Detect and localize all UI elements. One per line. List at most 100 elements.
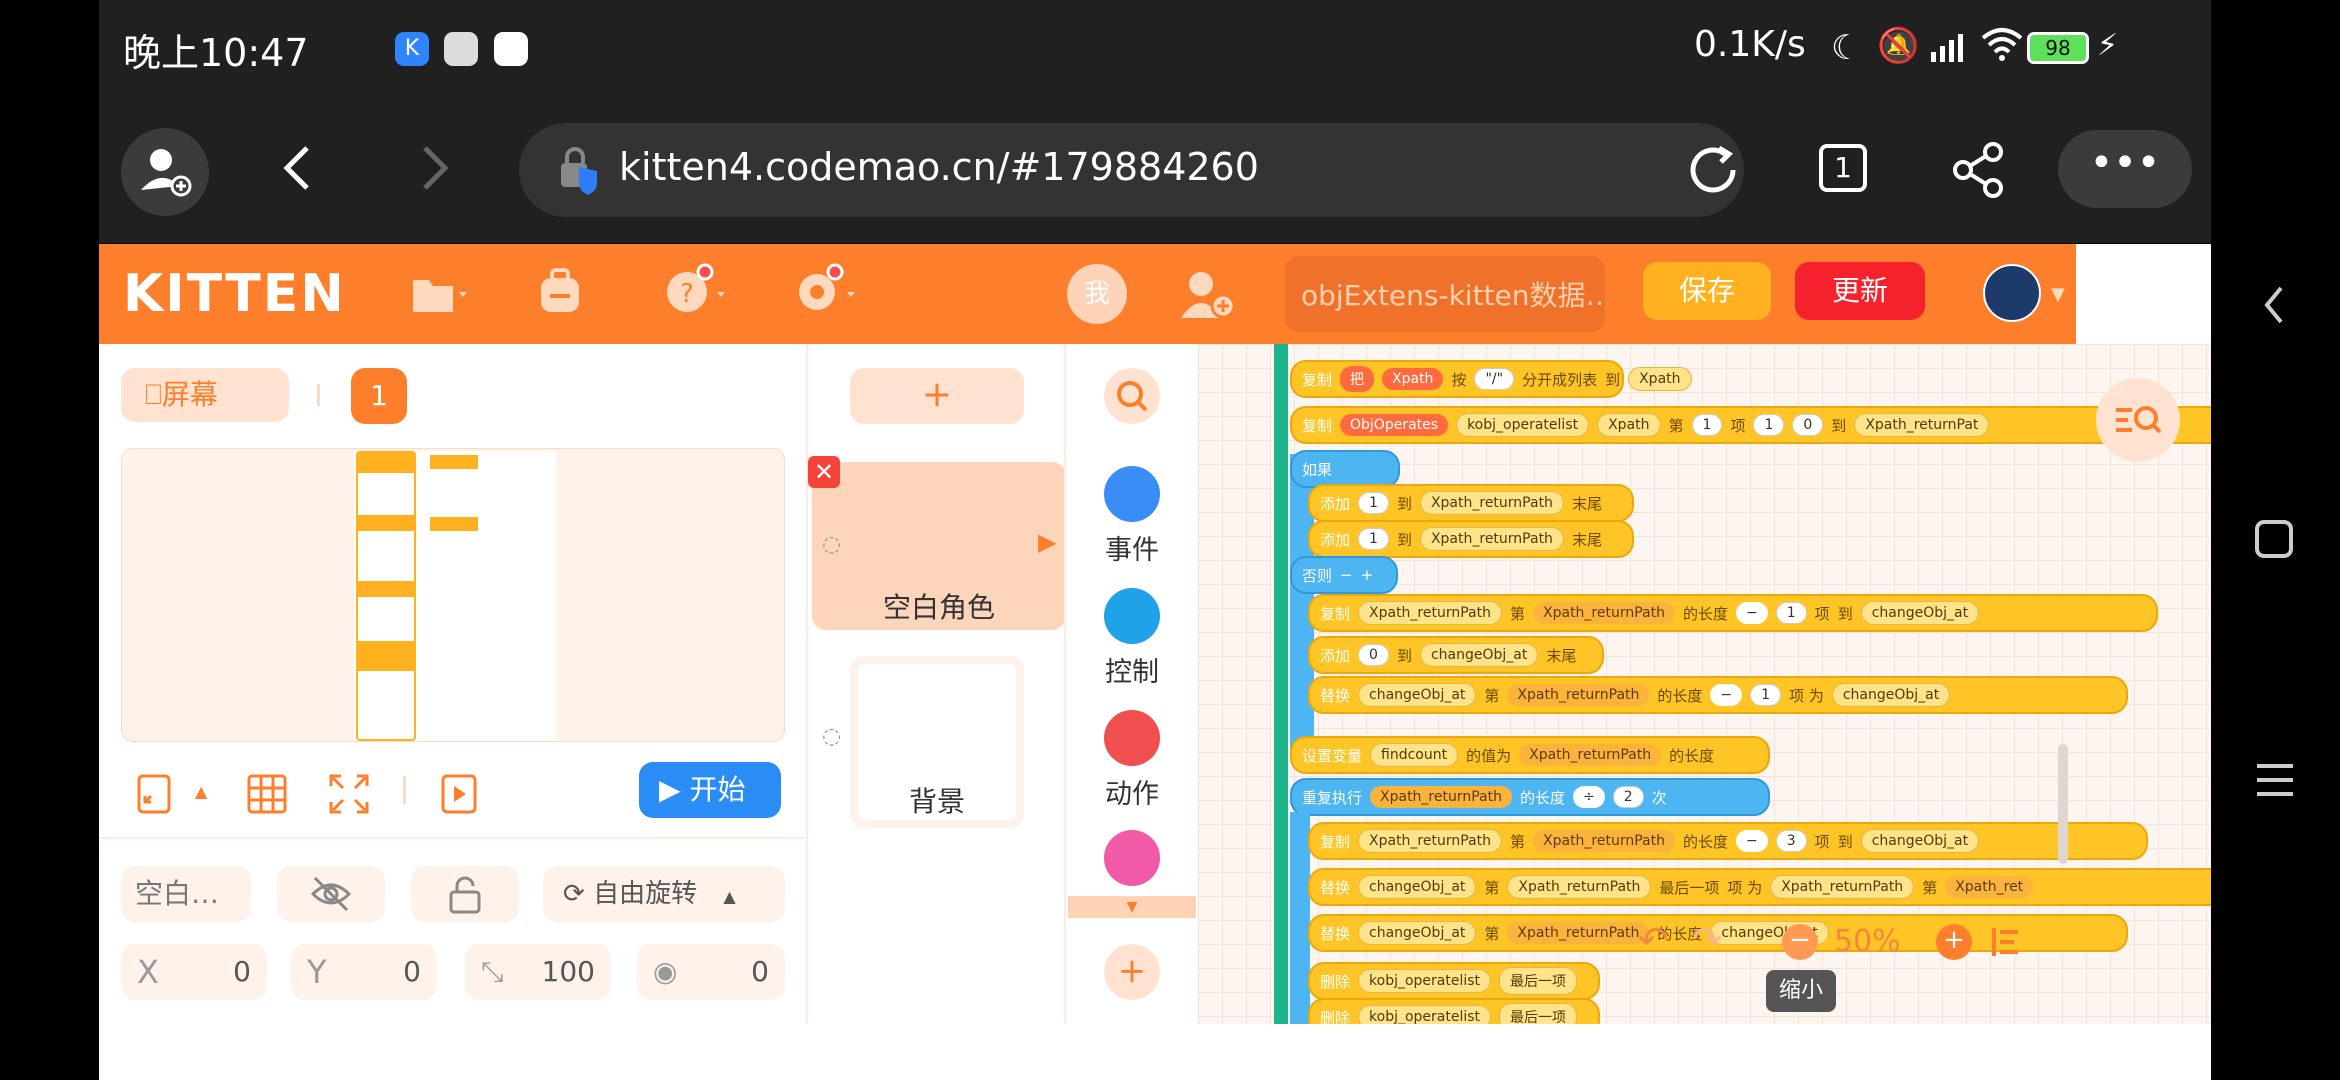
category-events[interactable]: 事件: [1066, 466, 1198, 566]
category-scroll-down[interactable]: ▼: [1068, 896, 1196, 918]
block-else[interactable]: 否则 − +: [1290, 556, 1398, 594]
visibility-toggle[interactable]: [277, 866, 385, 922]
browser-toolbar: kitten4.codemao.cn/#179884260 1 •••: [99, 98, 2211, 243]
reload-button[interactable]: [1681, 138, 1745, 202]
lock-shield-icon: [557, 145, 601, 195]
fullscreen-icon[interactable]: [135, 772, 175, 816]
scene-count-badge[interactable]: 1: [351, 368, 407, 424]
block-copy-changeobj[interactable]: 复制 Xpath_returnPath 第 Xpath_returnPath 的长度 −1…: [1308, 594, 2158, 632]
add-sprite-button[interactable]: +: [850, 368, 1024, 424]
backpack-icon[interactable]: [535, 264, 585, 320]
back-button[interactable]: [277, 138, 327, 198]
search-blocks-button[interactable]: [1104, 368, 1160, 424]
direction-field[interactable]: ◉ 0: [637, 944, 785, 1000]
system-nav-strip: [2211, 0, 2340, 1080]
x-coordinate-field[interactable]: X0: [121, 944, 267, 1000]
block-repeat[interactable]: 重复执行 Xpath_returnPath 的长度 ÷ 2 次: [1290, 778, 1770, 816]
url-bar[interactable]: kitten4.codemao.cn/#179884260: [519, 123, 1744, 217]
zoom-in-button[interactable]: +: [1936, 924, 1972, 960]
save-button[interactable]: 保存: [1643, 262, 1771, 320]
block-add-zero[interactable]: 添加 0 到 changeObj_at 末尾: [1308, 636, 1604, 674]
net-speed: 0.1K/s: [1694, 24, 1806, 65]
orientation-caret-icon[interactable]: ▲: [195, 782, 207, 801]
block-add-1[interactable]: 添加 1 到 Xpath_returnPath 末尾: [1308, 484, 1634, 522]
add-collaborator-icon[interactable]: [1179, 266, 1239, 322]
rotate-icon: ⟳: [563, 879, 585, 909]
code-workspace[interactable]: 复制把 Xpath 按 "/" 分开成列表到 Xpath 复制 ObjOperates kob…: [1198, 344, 2211, 1024]
wifi-icon: [1979, 24, 2025, 73]
stage-canvas[interactable]: [121, 448, 785, 742]
system-menu-icon[interactable]: [2255, 760, 2295, 800]
workspace-scrollbar[interactable]: [2058, 744, 2068, 864]
repeat-rail: [1290, 812, 1310, 1024]
block-delete-2[interactable]: 删除 kobj_operatelist 最后一项: [1308, 998, 1600, 1024]
status-time: 晚上10:47: [123, 31, 309, 75]
events-icon: [1104, 466, 1160, 522]
add-extension-button[interactable]: +: [1104, 944, 1160, 1000]
folder-menu-icon[interactable]: [411, 270, 471, 320]
update-button[interactable]: 更新: [1795, 262, 1925, 320]
system-home-icon[interactable]: [2255, 520, 2293, 558]
page-bottom: [520, 1024, 1990, 1080]
video-record-icon[interactable]: [439, 772, 479, 818]
start-button[interactable]: ▶ 开始: [639, 762, 781, 818]
zoom-out-button[interactable]: −: [1782, 924, 1818, 960]
block-objoperates[interactable]: 复制 ObjOperates kobj_operatelist Xpath 第 1 项 1 0 到…: [1290, 406, 2211, 444]
block-set-var[interactable]: 设置变量 findcount 的值为 Xpath_returnPath 的长度: [1290, 736, 1770, 774]
category-looks[interactable]: 外观: [1066, 830, 1198, 904]
undo-icon[interactable]: ↶: [1638, 920, 1668, 961]
block-replace-2[interactable]: 替换 changeObj_at 第 Xpath_returnPath 最后一项项 为 Xp…: [1308, 868, 2211, 906]
code-minimap: [354, 451, 556, 741]
me-avatar-button[interactable]: 我: [1067, 264, 1127, 324]
rotation-mode-select[interactable]: ⟳ 自由旋转 ▲: [543, 866, 785, 922]
more-menu-button[interactable]: •••: [2058, 130, 2192, 208]
system-back-icon[interactable]: [2259, 280, 2289, 330]
help-menu-icon[interactable]: ?: [665, 262, 729, 318]
block-copy-3[interactable]: 复制 Xpath_returnPath 第 Xpath_returnPath 的长度 −3…: [1308, 822, 2148, 860]
share-button[interactable]: [1949, 140, 2009, 200]
bg-hidden-eye-icon[interactable]: ◌: [822, 724, 841, 749]
qq-icon: [494, 32, 528, 66]
category-control[interactable]: 控制: [1066, 588, 1198, 688]
kitten-header: KITTEN ? 我 objExtens-kitten数据… 保存 更新 ▼: [99, 244, 2076, 344]
scale-icon: ⤡: [481, 955, 504, 988]
block-if[interactable]: 如果: [1290, 450, 1400, 488]
block-replace-1[interactable]: 替换 changeObj_at 第 Xpath_returnPath 的长度 −1 项 为c…: [1308, 676, 2128, 714]
forward-button[interactable]: [415, 138, 465, 198]
profile-button[interactable]: [121, 128, 209, 216]
block-delete-1[interactable]: 删除 kobj_operatelist 最后一项: [1308, 962, 1600, 1000]
block-add-2[interactable]: 添加 1 到 Xpath_returnPath 末尾: [1308, 520, 1634, 558]
clock-app-icon: [444, 32, 478, 66]
grid-icon[interactable]: [245, 772, 289, 816]
sprite-list-panel: + ✕ ◌ ▶ 空白角色 ◌ 背景: [806, 344, 1066, 1024]
delete-sprite-icon[interactable]: ✕: [808, 456, 840, 488]
signal-icon: [1929, 30, 1969, 64]
app-k-icon: K: [395, 32, 429, 66]
play-icon: ▶: [659, 773, 681, 806]
size-field[interactable]: ⤡ 100: [465, 944, 611, 1000]
arrange-icon[interactable]: [1988, 924, 2024, 960]
lock-toggle[interactable]: [411, 866, 519, 922]
hidden-eye-icon[interactable]: ◌: [822, 532, 841, 557]
expand-arrow-icon[interactable]: ▶: [1038, 528, 1056, 556]
sprite-name-field[interactable]: 空白…: [121, 866, 251, 922]
redo-icon[interactable]: ↷: [1692, 920, 1722, 961]
caret-up-icon: ▲: [723, 887, 736, 906]
control-icon: [1104, 588, 1160, 644]
user-avatar[interactable]: [1983, 264, 2041, 322]
project-name-field[interactable]: objExtens-kitten数据…: [1285, 256, 1605, 332]
user-menu-chevron-icon[interactable]: ▼: [2051, 284, 2065, 305]
background-card[interactable]: 背景: [850, 656, 1024, 828]
block-category-column: 事件 控制 动作 外观 ▼ +: [1064, 344, 1196, 1024]
block-search-overlay-button[interactable]: [2096, 378, 2180, 462]
settings-menu-icon[interactable]: [795, 262, 859, 318]
screen-toggle-button[interactable]: ⎕屏幕: [121, 368, 289, 422]
y-coordinate-field[interactable]: Y0: [291, 944, 437, 1000]
svg-text:?: ?: [680, 279, 694, 309]
block-split[interactable]: 复制把 Xpath 按 "/" 分开成列表到 Xpath: [1290, 360, 1692, 398]
tabs-button[interactable]: 1: [1819, 144, 1867, 192]
kitten-logo: KITTEN: [123, 264, 346, 324]
category-motion[interactable]: 动作: [1066, 710, 1198, 810]
expand-icon[interactable]: [327, 772, 371, 816]
sprite-card-active[interactable]: ✕ ◌ ▶ 空白角色: [808, 456, 1066, 630]
